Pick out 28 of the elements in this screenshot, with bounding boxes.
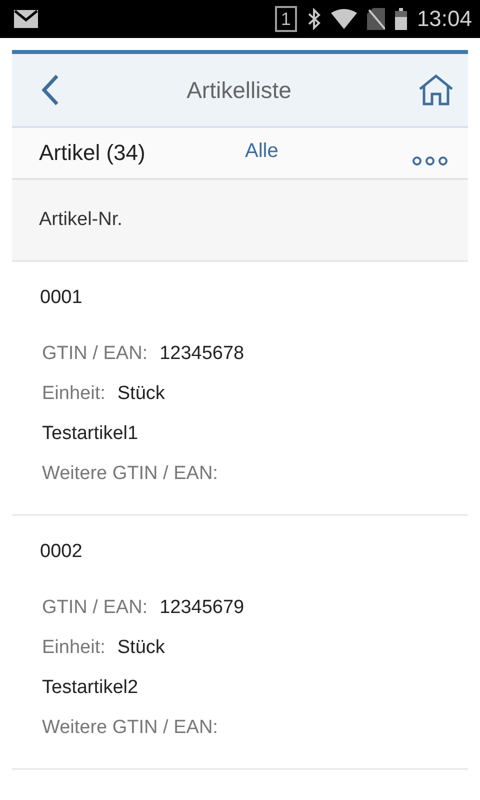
filter-link[interactable]: Alle	[245, 140, 278, 162]
list-title: Artikel (34)	[39, 140, 146, 166]
page-title: Artikelliste	[186, 76, 292, 104]
sim-indicator: 1	[274, 6, 297, 32]
article-number[interactable]: 0002	[40, 541, 82, 562]
gtin-value: 12345678	[160, 343, 244, 365]
unit-value: Stück	[117, 637, 165, 659]
back-icon[interactable]	[40, 74, 60, 106]
column-header: Artikel-Nr.	[12, 180, 468, 262]
home-icon[interactable]	[418, 74, 454, 106]
no-signal-icon	[366, 8, 385, 30]
field-label: GTIN / EAN:	[42, 597, 148, 619]
mail-icon	[14, 10, 38, 28]
field-label: Einheit:	[42, 383, 106, 405]
field-label: GTIN / EAN:	[42, 343, 148, 365]
more-icon[interactable]	[412, 156, 448, 166]
gtin-value: 12345679	[160, 597, 244, 619]
article-name: Testartikel2	[42, 677, 138, 699]
field-label: Einheit:	[42, 637, 106, 659]
field-label: Weitere GTIN / EAN:	[42, 463, 218, 485]
article-number[interactable]: 0001	[40, 287, 82, 308]
article-name: Testartikel1	[42, 423, 138, 445]
unit-value: Stück	[117, 383, 165, 405]
battery-icon	[394, 8, 407, 30]
clock-time: 13:04	[416, 6, 472, 32]
wifi-icon	[330, 9, 357, 29]
field-label: Weitere GTIN / EAN:	[42, 717, 218, 739]
bluetooth-icon	[306, 8, 321, 30]
